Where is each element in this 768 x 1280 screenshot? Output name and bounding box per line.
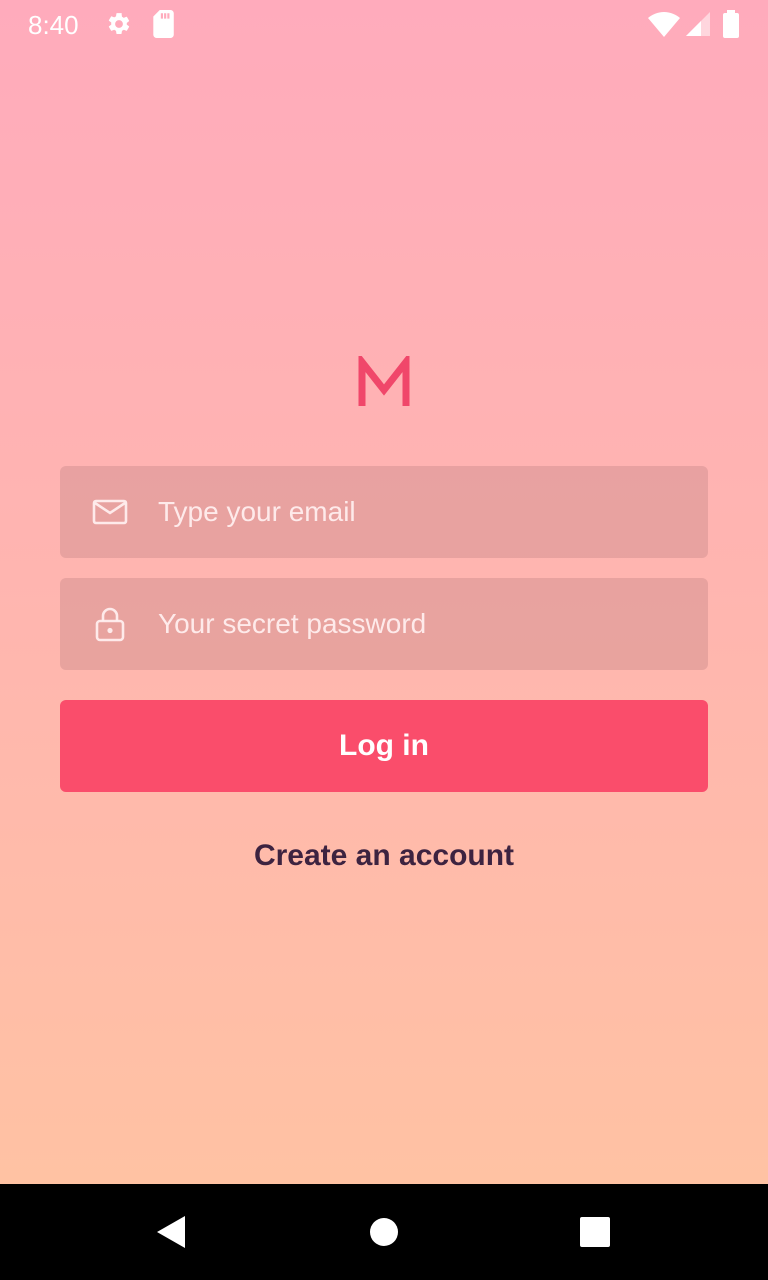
email-field[interactable] [60, 466, 708, 558]
battery-icon [723, 10, 739, 38]
home-icon[interactable] [364, 1212, 404, 1252]
sd-card-icon [153, 10, 174, 38]
navigation-bar [0, 1184, 768, 1280]
mail-icon [92, 499, 128, 525]
status-bar: 8:40 [0, 0, 768, 48]
login-button[interactable]: Log in [60, 700, 708, 792]
email-input[interactable] [158, 466, 678, 558]
status-time: 8:40 [28, 10, 79, 40]
password-field[interactable] [60, 578, 708, 670]
lock-icon [95, 607, 125, 642]
back-icon[interactable] [154, 1212, 194, 1252]
password-input[interactable] [158, 578, 678, 670]
app-logo [358, 356, 410, 406]
wifi-icon [648, 12, 680, 37]
settings-icon [108, 13, 130, 34]
recents-icon[interactable] [575, 1212, 615, 1252]
signal-icon [686, 12, 710, 36]
create-account-link[interactable]: Create an account [0, 836, 768, 876]
login-screen: 8:40 Type your email Log in Create an ac… [0, 0, 768, 1280]
